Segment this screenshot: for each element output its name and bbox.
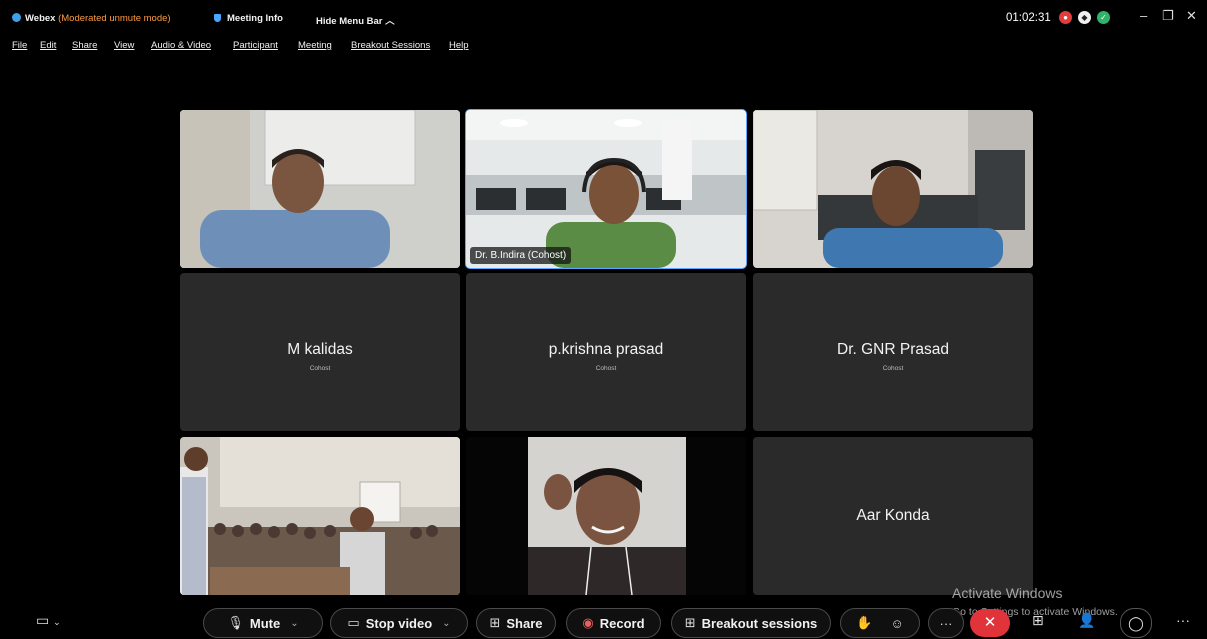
participant-tile-aar-konda[interactable]: Aar Konda <box>753 437 1033 595</box>
microphone-icon: 🎙 <box>227 615 244 630</box>
chevron-down-icon[interactable]: ⌄ <box>442 618 450 629</box>
recording-status-icon[interactable]: ● <box>1059 11 1072 24</box>
share-label: Share <box>506 615 543 631</box>
activation-watermark-title: Activate Windows <box>952 585 1063 601</box>
participants-icon: 👤 <box>1078 612 1096 628</box>
title-bar: Webex (Moderated unmute mode) Meeting In… <box>0 0 1207 38</box>
share-button[interactable]: ⊞ Share <box>476 608 556 638</box>
hide-menu-label: Hide Menu Bar ︿ <box>316 16 395 27</box>
participant-video <box>466 437 746 595</box>
participant-role: Cohost <box>882 365 904 372</box>
hide-menu-bar-button[interactable]: Hide Menu Bar ︿ <box>316 13 395 27</box>
apps-icon: ⊞ <box>1032 612 1044 628</box>
camera-icon: ▭ <box>347 615 360 630</box>
participant-video <box>180 110 460 268</box>
video-tile-participant-3[interactable] <box>753 110 1033 268</box>
video-tile-classroom[interactable] <box>180 437 460 595</box>
share-icon: ⊞ <box>489 615 501 630</box>
menu-help[interactable]: Help <box>449 40 469 51</box>
encryption-status-icon[interactable]: ✓ <box>1097 11 1110 24</box>
reactions-icon[interactable]: ☺ <box>890 616 903 631</box>
meeting-timer: 01:02:31 <box>1006 12 1051 24</box>
stop-video-label: Stop video <box>365 615 433 631</box>
participant-name: p.krishna prasad <box>548 341 664 358</box>
participant-name: Dr. GNR Prasad <box>837 341 949 358</box>
chat-button[interactable]: ◯ <box>1120 608 1152 638</box>
menu-view[interactable]: View <box>114 40 134 51</box>
mute-button[interactable]: 🎙 Mute ⌄ <box>203 608 323 638</box>
participant-video <box>180 437 460 595</box>
captions-button[interactable]: ▭ ⌄ <box>36 612 61 629</box>
video-tile-participant-8[interactable] <box>466 437 746 595</box>
participant-video <box>466 110 746 268</box>
chat-icon: ◯ <box>1128 615 1144 631</box>
app-title: Webex (Moderated unmute mode) <box>12 13 171 24</box>
participant-role: Cohost <box>595 365 617 372</box>
webex-logo-icon <box>12 13 21 22</box>
mute-label: Mute <box>249 615 281 631</box>
close-icon: ✕ <box>983 614 997 631</box>
video-tile-participant-1[interactable] <box>180 110 460 268</box>
shield-icon <box>214 14 221 22</box>
stop-video-button[interactable]: ▭ Stop video ⌄ <box>330 608 468 638</box>
breakout-label: Breakout sessions <box>701 615 818 631</box>
participant-video <box>753 110 1033 268</box>
end-call-button[interactable]: ✕ <box>970 609 1010 637</box>
record-icon: ◉ <box>582 615 594 630</box>
menu-edit[interactable]: Edit <box>40 40 56 51</box>
participants-button[interactable]: 👤 <box>1078 612 1095 629</box>
participant-tile-p-krishna-prasad[interactable]: p.krishna prasad Cohost <box>466 273 746 431</box>
video-tile-dr-b-indira[interactable]: Dr. B.Indira (Cohost) <box>465 109 747 269</box>
mode-label: (Moderated unmute mode) <box>58 13 171 24</box>
app-name: Webex <box>25 13 56 24</box>
menu-breakout-sessions[interactable]: Breakout Sessions <box>351 40 430 51</box>
menu-audio-video[interactable]: Audio & Video <box>151 40 211 51</box>
minimize-button[interactable]: – <box>1140 8 1147 23</box>
more-icon: ··· <box>1176 612 1190 628</box>
apps-button[interactable]: ⊞ <box>1032 612 1044 629</box>
breakout-icon: ⊞ <box>684 615 696 630</box>
record-button[interactable]: ◉ Record <box>566 608 661 638</box>
restore-button[interactable]: ❐ <box>1162 8 1174 24</box>
reactions-group: ✋ ☺ <box>840 608 920 638</box>
close-button[interactable]: ✕ <box>1186 8 1197 24</box>
chevron-down-icon[interactable]: ⌄ <box>290 618 298 629</box>
participant-tile-dr-gnr-prasad[interactable]: Dr. GNR Prasad Cohost <box>753 273 1033 431</box>
menu-meeting[interactable]: Meeting <box>298 40 332 51</box>
menu-bar: File Edit Share View Audio & Video Parti… <box>0 39 600 55</box>
menu-participant[interactable]: Participant <box>233 40 278 51</box>
breakout-sessions-button[interactable]: ⊞ Breakout sessions <box>671 608 831 638</box>
meeting-info-button[interactable]: Meeting Info <box>214 13 283 24</box>
more-options-button[interactable]: ··· <box>928 608 964 638</box>
participant-role: Cohost <box>309 365 331 372</box>
more-panels-button[interactable]: ··· <box>1176 612 1190 628</box>
menu-file[interactable]: File <box>12 40 27 51</box>
participant-tile-m-kalidas[interactable]: M kalidas Cohost <box>180 273 460 431</box>
meeting-info-label: Meeting Info <box>227 13 283 24</box>
menu-share[interactable]: Share <box>72 40 97 51</box>
captions-icon: ▭ <box>36 612 50 628</box>
participant-name: Aar Konda <box>856 507 930 524</box>
more-icon: ··· <box>939 615 953 631</box>
raise-hand-icon[interactable]: ✋ <box>856 615 872 631</box>
network-status-icon[interactable]: ◆ <box>1078 11 1091 24</box>
participant-name-label: Dr. B.Indira (Cohost) <box>470 247 572 264</box>
participant-name: M kalidas <box>287 341 353 358</box>
record-label: Record <box>599 615 645 631</box>
